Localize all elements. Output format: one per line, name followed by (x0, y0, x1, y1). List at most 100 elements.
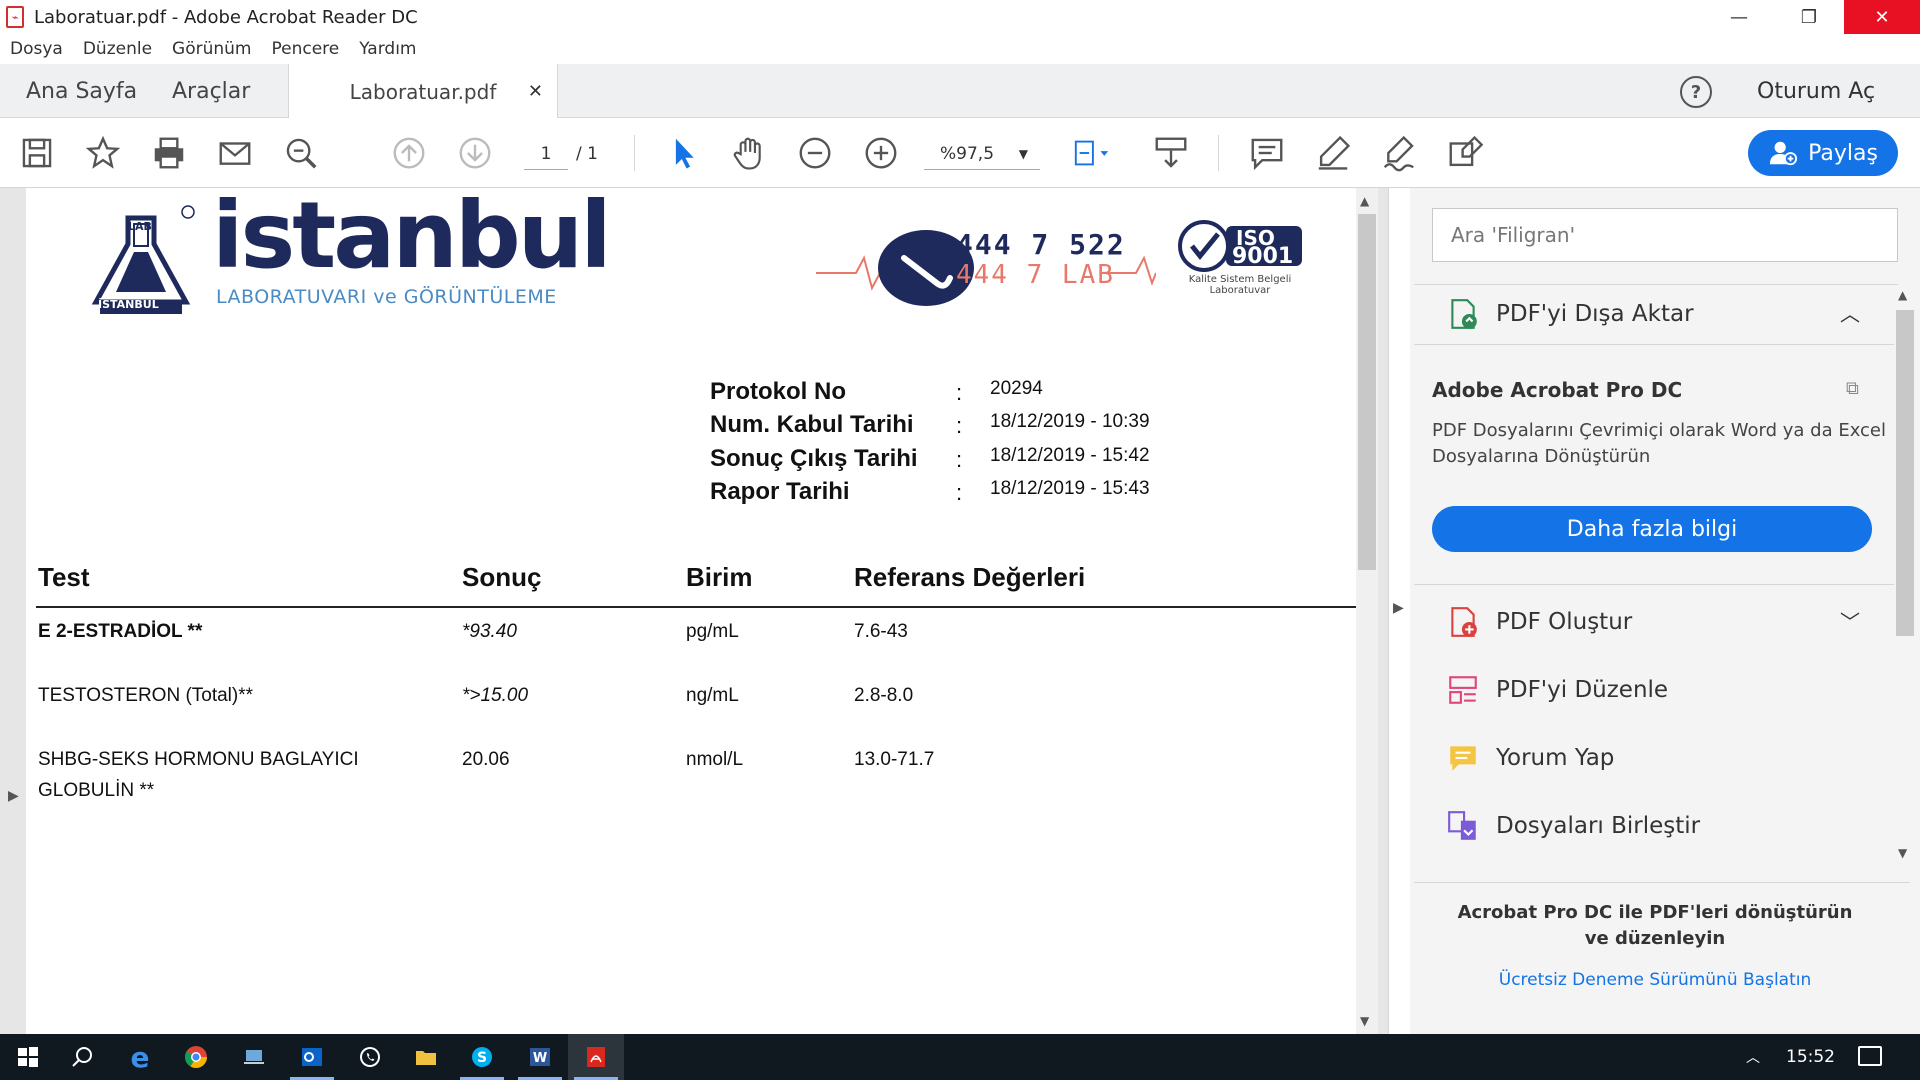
save-icon[interactable] (16, 118, 58, 188)
close-button[interactable]: ✕ (1844, 0, 1920, 34)
chevron-down-icon: ▼ (1018, 146, 1028, 161)
header-unit: Birim (686, 562, 753, 592)
skype-icon[interactable]: S (454, 1034, 510, 1080)
share-button[interactable]: Paylaş (1748, 130, 1898, 176)
row-result-testosteron: *>15.00 (462, 685, 529, 706)
protocol-colon: : (956, 413, 963, 438)
copy-icon[interactable]: ⧉ (1846, 378, 1859, 399)
tab-row: Ana Sayfa Araçlar Laboratuar.pdf ✕ ? Otu… (0, 64, 1920, 119)
zoom-level-dropdown[interactable]: %97,5 ▼ (924, 138, 1040, 170)
send-for-signature-icon[interactable] (1444, 118, 1486, 188)
scroll-up-icon[interactable]: ▲ (1360, 194, 1369, 208)
network-icon[interactable] (226, 1034, 282, 1080)
phone-number-sub: 444 7 LAB (956, 260, 1115, 290)
document-scrollbar[interactable]: ▲ ▼ (1356, 188, 1378, 1034)
highlight-pen-icon[interactable] (1312, 118, 1354, 188)
header-divider (36, 606, 1356, 608)
scroll-mode-icon[interactable] (1150, 118, 1192, 188)
combine-files-item[interactable]: Dosyaları Birleştir (1446, 806, 1700, 846)
learn-more-button[interactable]: Daha fazla bilgi (1432, 506, 1872, 552)
windows-taskbar: e S W ︿ 15:52 (0, 1034, 1920, 1080)
page-number-input[interactable]: 1 (524, 138, 568, 170)
combine-files-label: Dosyaları Birleştir (1496, 813, 1701, 839)
sign-icon[interactable] (1378, 118, 1420, 188)
export-pdf-item[interactable]: PDF'yi Dışa Aktar (1446, 294, 1694, 334)
trial-promo: Acrobat Pro DC ile PDF'leri dönüştürün v… (1410, 884, 1900, 990)
create-pdf-item[interactable]: PDF Oluştur (1446, 602, 1632, 642)
find-zoom-icon[interactable] (280, 118, 322, 188)
start-trial-link[interactable]: Ücretsiz Deneme Sürümünü Başlatın (1410, 970, 1900, 990)
tools-scrollbar[interactable]: ▲ ▼ (1894, 288, 1916, 862)
row-unit-testosteron: ng/mL (686, 685, 739, 706)
protocol-colon: : (956, 380, 963, 405)
scroll-up-icon[interactable]: ▲ (1898, 288, 1907, 302)
bookmark-star-icon[interactable] (82, 118, 124, 188)
fit-page-icon[interactable] (1066, 118, 1116, 188)
menu-view[interactable]: Görünüm (172, 39, 251, 59)
restore-button[interactable]: ❐ (1774, 0, 1844, 34)
close-tab-icon[interactable]: ✕ (528, 81, 543, 102)
print-icon[interactable] (148, 118, 190, 188)
toolbar-divider (1218, 135, 1219, 171)
edit-pdf-item[interactable]: PDF'yi Düzenle (1446, 670, 1668, 710)
search-icon[interactable] (54, 1034, 110, 1080)
menu-file[interactable]: Dosya (10, 39, 63, 59)
acrobat-icon[interactable] (568, 1034, 624, 1080)
document-viewport[interactable]: ▶ LAB İSTANBUL istanbul LABORATUVARI ve … (0, 188, 1408, 1034)
scroll-down-icon[interactable]: ▼ (1898, 846, 1907, 860)
tab-document[interactable]: Laboratuar.pdf ✕ (288, 64, 558, 119)
notification-center-icon[interactable] (1858, 1046, 1882, 1066)
row-test-estradiol: E 2-ESTRADİOL ** (38, 621, 203, 642)
report-date-value: 18/12/2019 - 15:43 (990, 478, 1150, 499)
minimize-button[interactable]: — (1704, 0, 1774, 34)
tab-tools[interactable]: Araçlar (172, 64, 250, 118)
edit-pdf-label: PDF'yi Düzenle (1496, 677, 1669, 703)
comment-item[interactable]: Yorum Yap (1446, 738, 1614, 778)
help-icon[interactable]: ? (1680, 76, 1712, 108)
phone-number-main: 444 7 522 (956, 228, 1126, 261)
whatsapp-icon[interactable] (342, 1034, 398, 1080)
comment-icon[interactable] (1246, 118, 1288, 188)
chevron-up-icon[interactable]: ︿ (1746, 1034, 1760, 1080)
scroll-down-icon[interactable]: ▼ (1360, 1014, 1369, 1028)
windows-start-icon[interactable] (0, 1034, 56, 1080)
collapse-right-panel-icon[interactable]: ▶ (1393, 600, 1404, 616)
zoom-in-icon[interactable] (860, 118, 902, 188)
add-user-icon (1769, 141, 1798, 166)
previous-page-icon[interactable] (388, 118, 430, 188)
row-ref-estradiol: 7.6-43 (854, 621, 908, 642)
expand-left-panel-icon[interactable]: ▶ (8, 788, 19, 804)
chrome-icon[interactable] (168, 1034, 224, 1080)
menu-help[interactable]: Yardım (359, 39, 416, 59)
next-page-icon[interactable] (454, 118, 496, 188)
chevron-up-icon[interactable]: ︿ (1840, 298, 1860, 327)
menu-bar: Dosya Düzenle Görünüm Pencere Yardım (0, 34, 1920, 64)
zoom-out-icon[interactable] (794, 118, 836, 188)
zoom-level-value: %97,5 (940, 143, 995, 164)
protocol-no-label: Protokol No (710, 378, 846, 405)
window-controls: — ❐ ✕ (1704, 0, 1920, 34)
panel-divider (1414, 882, 1910, 883)
scrollbar-thumb[interactable] (1896, 310, 1914, 636)
chevron-down-icon[interactable]: ﹀ (1840, 606, 1860, 635)
email-icon[interactable] (214, 118, 256, 188)
right-panel-toggle[interactable]: ▶ (1388, 188, 1408, 1034)
sign-in-button[interactable]: Oturum Aç (1757, 64, 1875, 118)
select-cursor-icon[interactable] (662, 118, 704, 188)
row-ref-testosteron: 2.8-8.0 (854, 685, 914, 706)
menu-window[interactable]: Pencere (272, 39, 340, 59)
title-bar: ⌁ Laboratuar.pdf - Adobe Acrobat Reader … (0, 0, 1920, 34)
header-test: Test (38, 562, 90, 592)
lab-badge-top: LAB (128, 220, 152, 233)
hand-tool-icon[interactable] (728, 118, 770, 188)
word-icon[interactable]: W (512, 1034, 568, 1080)
taskbar-clock[interactable]: 15:52 (1786, 1034, 1835, 1080)
tools-search-input[interactable]: Ara 'Filigran' (1432, 208, 1898, 262)
file-explorer-icon[interactable] (398, 1034, 454, 1080)
panel-divider (1414, 344, 1898, 345)
menu-edit[interactable]: Düzenle (83, 39, 152, 59)
tab-home[interactable]: Ana Sayfa (26, 64, 137, 118)
outlook-icon[interactable] (284, 1034, 340, 1080)
edge-icon[interactable]: e (112, 1034, 168, 1080)
scrollbar-thumb[interactable] (1358, 214, 1376, 570)
